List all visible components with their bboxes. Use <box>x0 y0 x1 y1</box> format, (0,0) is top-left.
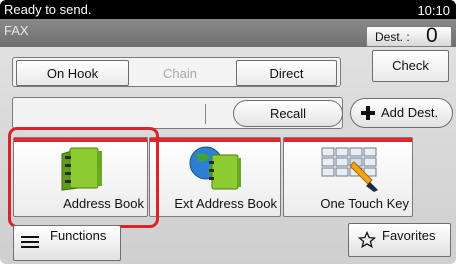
favorites-label: Favorites <box>382 228 436 243</box>
one-touch-key-tile[interactable]: One Touch Key <box>283 137 413 217</box>
ext-address-book-tile[interactable]: Ext Address Book <box>149 137 281 217</box>
on-hook-button[interactable]: On Hook <box>16 60 129 86</box>
chain-button[interactable]: Chain <box>129 60 231 86</box>
destination-counter-label: Dest. : <box>375 30 410 44</box>
address-book-tile[interactable]: Address Book <box>13 137 148 217</box>
destination-counter: Dest. : 0 <box>366 24 452 47</box>
status-time: 10:10 <box>417 3 450 18</box>
add-destination-button[interactable]: Add Dest. <box>350 98 453 128</box>
one-touch-key-label: One Touch Key <box>320 196 409 211</box>
check-button[interactable]: Check <box>372 50 449 82</box>
address-book-label: Address Book <box>63 196 144 211</box>
direct-button[interactable]: Direct <box>236 60 337 86</box>
star-icon <box>358 231 376 249</box>
favorites-button[interactable]: Favorites <box>348 223 451 257</box>
destination-count: 0 <box>426 24 438 47</box>
destination-divider <box>205 104 206 124</box>
status-message: Ready to send. <box>4 2 92 17</box>
functions-label: Functions <box>50 228 107 243</box>
address-book-icon <box>61 147 102 191</box>
one-touch-key-icon <box>321 147 378 192</box>
fax-screen: Ready to send. 10:10 FAX Dest. : 0 On Ho… <box>0 0 456 264</box>
recall-button[interactable]: Recall <box>233 100 343 127</box>
plus-icon <box>361 106 375 120</box>
ext-address-book-icon <box>189 146 241 190</box>
list-icon <box>21 235 39 251</box>
mode-title: FAX <box>4 23 29 38</box>
functions-button[interactable]: Functions <box>13 225 121 261</box>
ext-address-book-label: Ext Address Book <box>174 196 277 211</box>
status-bar: Ready to send. 10:10 <box>0 0 456 19</box>
destination-field[interactable] <box>17 102 201 124</box>
add-destination-label: Add Dest. <box>381 105 439 120</box>
